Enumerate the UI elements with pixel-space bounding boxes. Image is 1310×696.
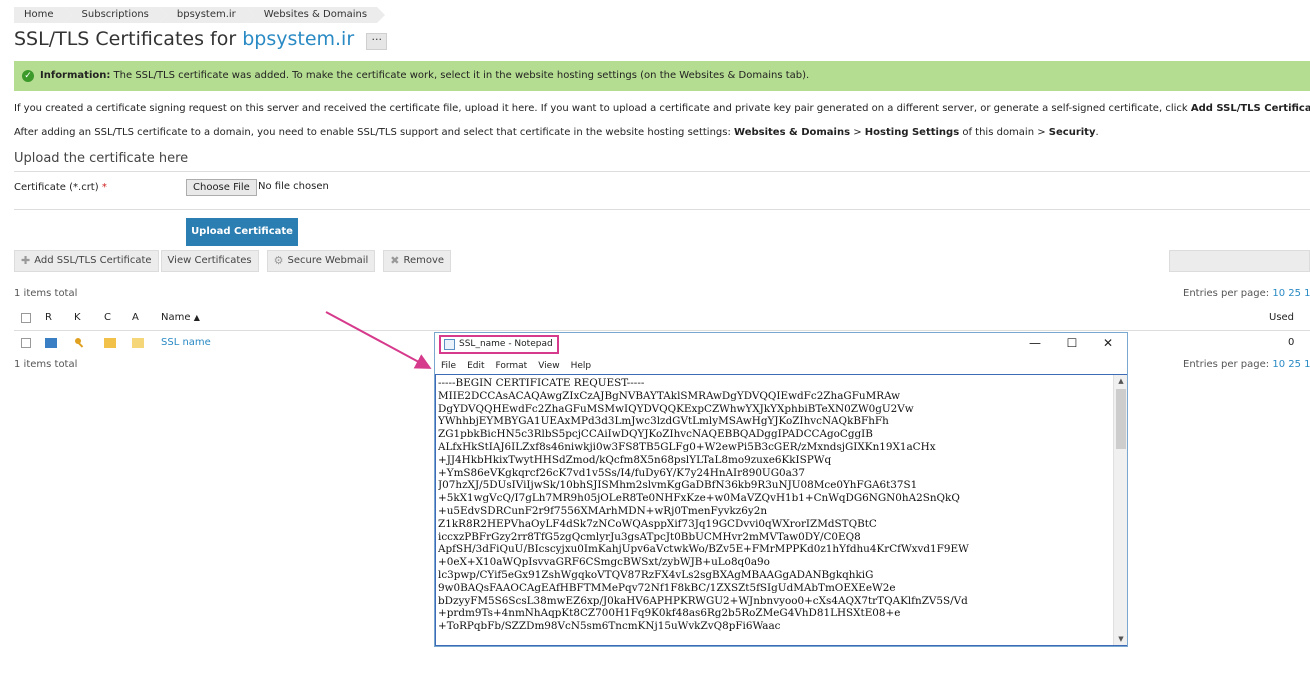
certificate-field-label: Certificate (*.crt) * bbox=[14, 182, 107, 193]
column-a: A bbox=[132, 312, 139, 323]
maximize-button[interactable]: ☐ bbox=[1062, 336, 1082, 350]
plus-icon: ✚ bbox=[21, 254, 31, 267]
entries-per-page-options[interactable]: 10 25 100 bbox=[1272, 288, 1310, 299]
authority-icon bbox=[132, 338, 144, 348]
scroll-up-icon[interactable]: ▲ bbox=[1114, 375, 1127, 387]
choose-file-button[interactable]: Choose File bbox=[186, 179, 257, 196]
scroll-down-icon[interactable]: ▼ bbox=[1114, 633, 1127, 645]
upload-certificate-button[interactable]: Upload Certificate bbox=[186, 218, 298, 246]
column-name[interactable]: Name ▲ bbox=[161, 312, 200, 323]
certificate-label-text: Certificate (*.crt) bbox=[14, 182, 99, 193]
column-name-label: Name bbox=[161, 312, 191, 323]
certificate-request-text[interactable]: -----BEGIN CERTIFICATE REQUEST----- MIIE… bbox=[438, 377, 1108, 633]
divider bbox=[14, 209, 1310, 210]
notepad-menubar: File Edit Format View Help bbox=[435, 358, 596, 374]
envelope-icon bbox=[45, 338, 57, 348]
entries-per-page-label: Entries per page: bbox=[1183, 288, 1270, 299]
secure-webmail-button[interactable]: ⚙ Secure Webmail bbox=[266, 250, 376, 272]
column-k: K bbox=[74, 312, 81, 323]
notepad-text-area[interactable]: -----BEGIN CERTIFICATE REQUEST----- MIIE… bbox=[435, 374, 1127, 646]
used-count: 0 bbox=[1288, 337, 1295, 348]
remove-button[interactable]: ✖ Remove bbox=[383, 250, 452, 272]
ssl-help-end: . bbox=[1095, 127, 1099, 138]
notepad-window[interactable]: SSL_name - Notepad — ☐ ✕ File Edit Forma… bbox=[434, 332, 1128, 647]
minimize-button[interactable]: — bbox=[1025, 336, 1045, 350]
search-box[interactable] bbox=[1169, 250, 1310, 272]
add-certificate-label: Add SSL/TLS Certificate bbox=[34, 255, 152, 266]
entries-per-page-top: Entries per page: 10 25 100 bbox=[1183, 288, 1310, 299]
divider bbox=[14, 171, 1310, 172]
ssl-help-bold-websites: Websites & Domains bbox=[734, 127, 851, 138]
ssl-help-bold-hosting: Hosting Settings bbox=[864, 127, 960, 138]
ssl-help-sep: > bbox=[850, 127, 865, 138]
ssl-help-bold-security: Security bbox=[1048, 127, 1096, 138]
page-title: SSL/TLS Certificates for bpsystem.ir ··· bbox=[14, 28, 388, 50]
ssl-help-mid: of this domain > bbox=[959, 127, 1049, 138]
column-c: C bbox=[104, 312, 111, 323]
close-button[interactable]: ✕ bbox=[1098, 336, 1118, 350]
column-used: Used bbox=[1269, 312, 1295, 323]
remove-icon: ✖ bbox=[390, 254, 400, 267]
entries-per-page-label: Entries per page: bbox=[1183, 359, 1270, 370]
page-title-domain[interactable]: bpsystem.ir bbox=[242, 28, 354, 50]
menu-format[interactable]: Format bbox=[490, 358, 533, 374]
scrollbar-thumb[interactable] bbox=[1116, 389, 1126, 449]
sort-ascending-icon: ▲ bbox=[193, 313, 200, 322]
breadcrumb-subscriptions[interactable]: Subscriptions bbox=[63, 7, 168, 23]
entries-per-page-bottom: Entries per page: 10 25 100 bbox=[1183, 359, 1310, 370]
upload-section-title: Upload the certificate here bbox=[14, 151, 189, 166]
ssl-help-paragraph: After adding an SSL/TLS certificate to a… bbox=[14, 127, 1099, 138]
more-actions-button[interactable]: ··· bbox=[366, 33, 388, 50]
breadcrumb: Home Subscriptions bpsystem.ir Websites … bbox=[14, 7, 386, 23]
certificate-icon bbox=[104, 338, 116, 348]
certificate-toolbar: ✚ Add SSL/TLS Certificate View Certificat… bbox=[14, 250, 453, 272]
check-icon: ✓ bbox=[22, 70, 34, 82]
breadcrumb-websites-domains[interactable]: Websites & Domains bbox=[245, 7, 386, 23]
menu-help[interactable]: Help bbox=[565, 358, 597, 374]
gear-icon: ⚙ bbox=[273, 254, 284, 267]
breadcrumb-subscription[interactable]: bpsystem.ir bbox=[158, 7, 254, 23]
notepad-title: SSL_name - Notepad bbox=[459, 339, 553, 349]
row-checkbox[interactable] bbox=[21, 338, 31, 348]
intro-text: If you created a certificate signing req… bbox=[14, 103, 1191, 114]
divider bbox=[14, 330, 1310, 331]
ssl-name-link[interactable]: SSL name bbox=[161, 337, 211, 348]
intro-paragraph: If you created a certificate signing req… bbox=[14, 103, 1310, 114]
items-total-bottom: 1 items total bbox=[14, 359, 78, 370]
entries-per-page-options[interactable]: 10 25 100 bbox=[1272, 359, 1310, 370]
intro-bold: Add SSL/TLS Certificate bbox=[1190, 103, 1310, 114]
remove-label: Remove bbox=[403, 255, 445, 266]
required-mark: * bbox=[101, 182, 107, 193]
notepad-title-highlight: SSL_name - Notepad bbox=[439, 335, 559, 354]
key-icon bbox=[74, 337, 86, 349]
add-certificate-button[interactable]: ✚ Add SSL/TLS Certificate bbox=[14, 250, 159, 272]
ssl-help-text: After adding an SSL/TLS certificate to a… bbox=[14, 127, 735, 138]
menu-view[interactable]: View bbox=[532, 358, 564, 374]
select-all-checkbox[interactable] bbox=[21, 313, 31, 323]
items-total-top: 1 items total bbox=[14, 288, 78, 299]
info-message: ✓ Information: The SSL/TLS certificate w… bbox=[14, 61, 1310, 91]
menu-file[interactable]: File bbox=[435, 358, 461, 374]
column-r: R bbox=[45, 312, 52, 323]
vertical-scrollbar[interactable]: ▲ ▼ bbox=[1113, 375, 1127, 645]
page-title-prefix: SSL/TLS Certificates for bbox=[14, 28, 243, 50]
no-file-text: No file chosen bbox=[258, 181, 329, 192]
menu-edit[interactable]: Edit bbox=[461, 358, 489, 374]
secure-webmail-label: Secure Webmail bbox=[287, 255, 369, 266]
view-certificates-button[interactable]: View Certificates bbox=[160, 250, 259, 272]
breadcrumb-home[interactable]: Home bbox=[14, 7, 71, 23]
info-text: The SSL/TLS certificate was added. To ma… bbox=[110, 70, 810, 81]
notepad-icon bbox=[444, 339, 455, 350]
info-label: Information: bbox=[40, 70, 111, 81]
